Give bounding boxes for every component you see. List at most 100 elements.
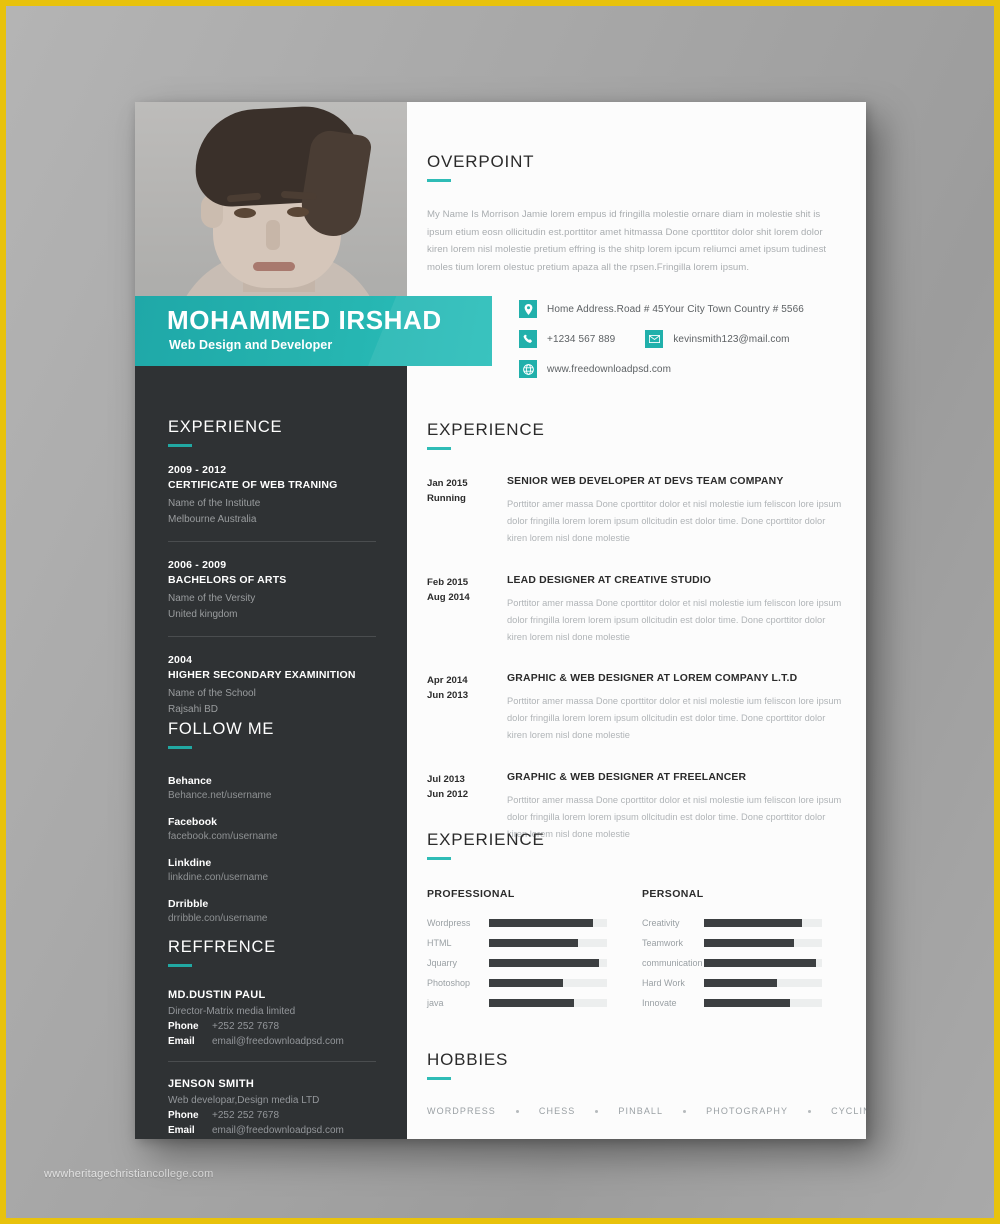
contact-email-group: kevinsmith123@mail.com xyxy=(645,330,789,348)
experience-date-to: Running xyxy=(427,492,466,504)
portrait-eye-left xyxy=(234,208,256,218)
reference-section: REFFRENCE MD.DUSTIN PAUL Director-Matrix… xyxy=(168,938,376,1136)
experience-item: Apr 2014 Jun 2013 GRAPHIC & WEB DESIGNER… xyxy=(427,673,847,744)
skill-name: Hard Work xyxy=(642,978,685,988)
social-link-behance[interactable]: Behance Behance.net/username xyxy=(168,775,376,801)
frame-border-right xyxy=(994,0,1000,1224)
skill-row: communication xyxy=(642,958,822,968)
education-title: HIGHER SECONDARY EXAMINITION xyxy=(168,669,356,681)
education-location: Rajsahi BD xyxy=(168,703,219,715)
education-location: United kingdom xyxy=(168,608,238,620)
experience-body: LEAD DESIGNER AT CREATIVE STUDIO Porttit… xyxy=(507,575,847,646)
skill-fill xyxy=(704,959,817,967)
reference-email-row: Email email@freedownloadpsd.com xyxy=(168,1125,376,1136)
candidate-role: Web Design and Developer xyxy=(169,338,333,352)
resume-sidebar: MOHAMMED IRSHAD Web Design and Developer… xyxy=(135,102,492,1139)
social-link-drribble[interactable]: Drribble drribble.con/username xyxy=(168,898,376,924)
hobby-item: PHOTOGRAPHY xyxy=(706,1106,789,1116)
education-institute: Name of the School xyxy=(168,688,256,699)
resume-main: OVERPOINT My Name Is Morrison Jamie lore… xyxy=(407,102,866,1139)
skill-track xyxy=(489,919,607,927)
education-item: 2004 HIGHER SECONDARY EXAMINITION Name o… xyxy=(168,654,376,717)
experience-body: GRAPHIC & WEB DESIGNER AT LOREM COMPANY … xyxy=(507,673,847,744)
experience-date-from: Jan 2015 xyxy=(427,478,468,489)
experience-title: GRAPHIC & WEB DESIGNER AT LOREM COMPANY … xyxy=(507,673,798,685)
hobby-separator-dot xyxy=(683,1109,687,1113)
hobbies-heading: HOBBIES xyxy=(427,1050,509,1069)
skill-track xyxy=(704,919,822,927)
reference-item: JENSON SMITH Web developar,Design media … xyxy=(168,1078,376,1136)
skills-heading: EXPERIENCE xyxy=(427,830,545,849)
education-institute: Name of the Versity xyxy=(168,593,256,604)
skill-fill xyxy=(489,939,578,947)
social-url: facebook.com/username xyxy=(168,831,278,842)
portrait-eye-right xyxy=(287,207,309,217)
skills-heading-rule xyxy=(427,857,451,860)
contact-section: Home Address.Road # 45Your City Town Cou… xyxy=(519,300,849,390)
education-title: CERTIFICATE OF WEB TRANING xyxy=(168,479,338,491)
frame-border-bottom xyxy=(0,1218,1000,1224)
reference-heading-rule xyxy=(168,964,192,967)
experience-date-to: Jun 2012 xyxy=(427,789,469,801)
location-pin-icon xyxy=(519,300,537,318)
education-divider xyxy=(168,541,376,542)
skills-columns: PROFESSIONAL Wordpress HTML Jquarry Phot… xyxy=(427,888,847,1018)
skill-row: HTML xyxy=(427,938,607,948)
hobby-item: WORDPRESS xyxy=(427,1106,496,1116)
skill-row: Teamwork xyxy=(642,938,822,948)
experience-heading: EXPERIENCE xyxy=(427,420,545,439)
education-item: 2009 - 2012 CERTIFICATE OF WEB TRANING N… xyxy=(168,464,376,527)
reference-phone-value: +252 252 7678 xyxy=(212,1021,280,1032)
experience-date-from: Apr 2014 xyxy=(427,675,468,687)
education-years: 2004 xyxy=(168,654,193,666)
hobby-separator-dot xyxy=(595,1109,599,1113)
skill-name: Jquarry xyxy=(427,958,458,968)
skill-fill xyxy=(704,939,794,947)
contact-website-row: www.freedownloadpsd.com xyxy=(519,360,849,378)
hobby-item: CYCLING xyxy=(831,1106,866,1116)
experience-date-from: Jul 2013 xyxy=(427,774,465,786)
reference-name: JENSON SMITH xyxy=(168,1078,255,1090)
reference-heading: REFFRENCE xyxy=(168,938,277,956)
contact-phone-text: +1234 567 889 xyxy=(547,333,616,345)
experience-dates: Feb 2015 Aug 2014 xyxy=(427,575,507,646)
education-institute: Name of the Institute xyxy=(168,498,261,509)
experience-item: Feb 2015 Aug 2014 LEAD DESIGNER AT CREAT… xyxy=(427,575,847,646)
experience-list: Jan 2015 Running SENIOR WEB DEVELOPER AT… xyxy=(427,476,847,843)
candidate-name: MOHAMMED IRSHAD xyxy=(167,305,442,335)
skills-professional-label: PROFESSIONAL xyxy=(427,888,515,900)
hobby-item: CHESS xyxy=(538,1106,576,1116)
experience-dates: Jan 2015 Running xyxy=(427,476,507,547)
experience-description: Porttitor amer massa Done cporttitor dol… xyxy=(507,597,842,642)
experience-title: LEAD DESIGNER AT CREATIVE STUDIO xyxy=(507,574,712,586)
skill-row: java xyxy=(427,998,607,1008)
about-body-text: My Name Is Morrison Jamie lorem empus id… xyxy=(427,209,827,274)
skill-track xyxy=(489,979,607,987)
social-link-linkdine[interactable]: Linkdine linkdine.con/username xyxy=(168,857,376,883)
social-url: drribble.con/username xyxy=(168,913,268,924)
education-item: 2006 - 2009 BACHELORS OF ARTS Name of th… xyxy=(168,559,376,622)
experience-item: Jan 2015 Running SENIOR WEB DEVELOPER AT… xyxy=(427,476,847,547)
skill-fill xyxy=(704,919,802,927)
skill-name: Creativity xyxy=(642,918,680,928)
skills-professional-column: PROFESSIONAL Wordpress HTML Jquarry Phot… xyxy=(427,888,607,1018)
hobby-item: PINBALL xyxy=(618,1106,664,1116)
skill-track xyxy=(489,959,607,967)
site-watermark: wwwheritagechristiancollege.com xyxy=(44,1168,214,1180)
education-title: BACHELORS OF ARTS xyxy=(168,574,287,586)
reference-email-row: Email email@freedownloadpsd.com xyxy=(168,1036,376,1047)
reference-name: MD.DUSTIN PAUL xyxy=(168,989,266,1001)
reference-phone-value: +252 252 7678 xyxy=(212,1110,280,1121)
social-link-facebook[interactable]: Facebook facebook.com/username xyxy=(168,816,376,842)
skills-personal-column: PERSONAL Creativity Teamwork communicati… xyxy=(642,888,822,1018)
skill-name: java xyxy=(427,998,444,1008)
experience-date-from: Feb 2015 xyxy=(427,576,469,588)
about-heading: OVERPOINT xyxy=(427,152,535,171)
phone-icon xyxy=(519,330,537,348)
education-years: 2006 - 2009 xyxy=(168,559,227,571)
reference-email-value: email@freedownloadpsd.com xyxy=(212,1125,344,1136)
skill-name: Photoshop xyxy=(427,978,471,988)
skill-track xyxy=(704,959,822,967)
envelope-icon xyxy=(645,330,664,348)
skill-row: Innovate xyxy=(642,998,822,1008)
